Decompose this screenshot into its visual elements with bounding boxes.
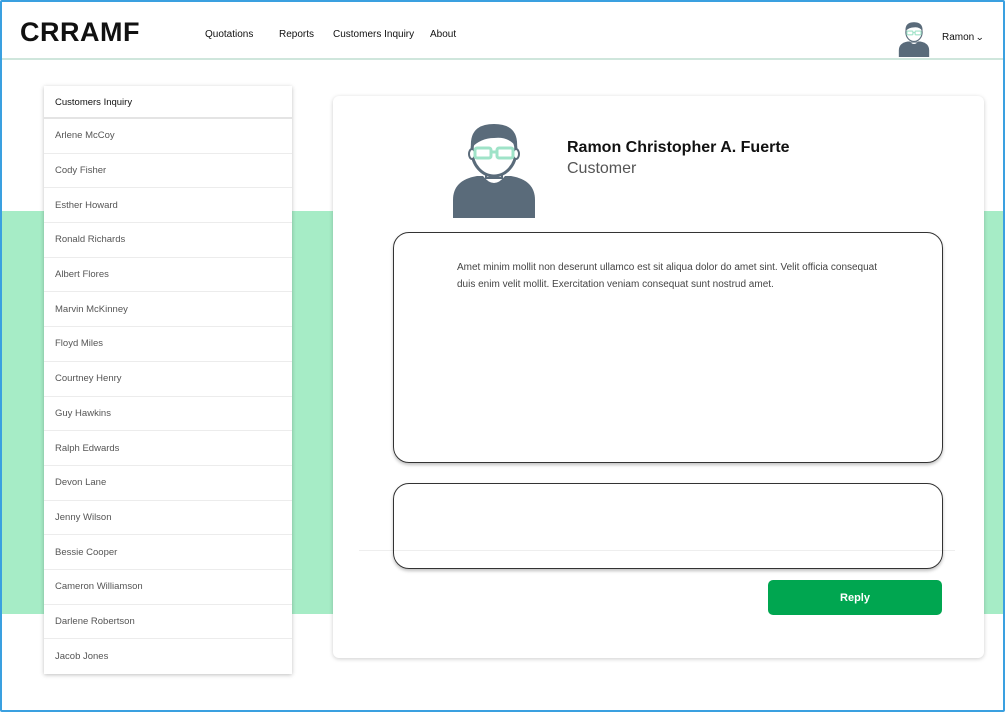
reply-button[interactable]: Reply	[768, 580, 942, 615]
sidebar-title: Customers Inquiry	[44, 86, 292, 119]
customer-avatar-icon	[453, 124, 535, 218]
inquiry-card: Ramon Christopher A. Fuerte Customer Ame…	[333, 96, 984, 658]
sidebar-item-customer[interactable]: Floyd Miles	[44, 327, 292, 362]
customer-list: Arlene McCoy Cody Fisher Esther Howard Rona…	[44, 119, 292, 674]
nav-about[interactable]: About	[430, 29, 456, 40]
user-name-label: Ramon	[942, 32, 975, 43]
top-header: CRRAMF Quotations Reports Customers Inqu…	[2, 2, 1003, 60]
sidebar-item-customer[interactable]: Guy Hawkins	[44, 397, 292, 432]
chevron-down-icon: ⌄	[975, 32, 985, 42]
user-avatar-icon[interactable]	[898, 20, 930, 57]
user-menu[interactable]: Ramon⌄	[942, 32, 985, 43]
sidebar-item-customer[interactable]: Arlene McCoy	[44, 119, 292, 154]
nav-reports[interactable]: Reports	[279, 29, 314, 40]
profile-name: Ramon Christopher A. Fuerte	[567, 139, 790, 156]
sidebar-item-customer[interactable]: Ronald Richards	[44, 223, 292, 258]
sidebar-item-customer[interactable]: Cameron Williamson	[44, 570, 292, 605]
customers-sidebar: Customers Inquiry Arlene McCoy Cody Fishe…	[44, 86, 292, 674]
sidebar-item-customer[interactable]: Devon Lane	[44, 466, 292, 501]
sidebar-item-customer[interactable]: Albert Flores	[44, 258, 292, 293]
message-box: Amet minim mollit non deserunt ullamco e…	[393, 232, 943, 463]
reply-input[interactable]	[393, 483, 943, 569]
nav-customers-inquiry[interactable]: Customers Inquiry	[333, 29, 414, 40]
sidebar-item-customer[interactable]: Darlene Robertson	[44, 605, 292, 640]
profile-role: Customer	[567, 160, 637, 177]
sidebar-item-customer[interactable]: Jacob Jones	[44, 639, 292, 674]
sidebar-item-customer[interactable]: Courtney Henry	[44, 362, 292, 397]
message-text: Amet minim mollit non deserunt ullamco e…	[457, 262, 878, 290]
sidebar-item-customer[interactable]: Esther Howard	[44, 188, 292, 224]
sidebar-item-customer[interactable]: Marvin McKinney	[44, 292, 292, 328]
sidebar-item-customer[interactable]: Bessie Cooper	[44, 535, 292, 570]
sidebar-item-customer[interactable]: Ralph Edwards	[44, 431, 292, 466]
brand-logo[interactable]: CRRAMF	[20, 17, 140, 48]
nav-quotations[interactable]: Quotations	[205, 29, 253, 40]
sidebar-item-customer[interactable]: Jenny Wilson	[44, 501, 292, 536]
sidebar-item-customer[interactable]: Cody Fisher	[44, 154, 292, 189]
